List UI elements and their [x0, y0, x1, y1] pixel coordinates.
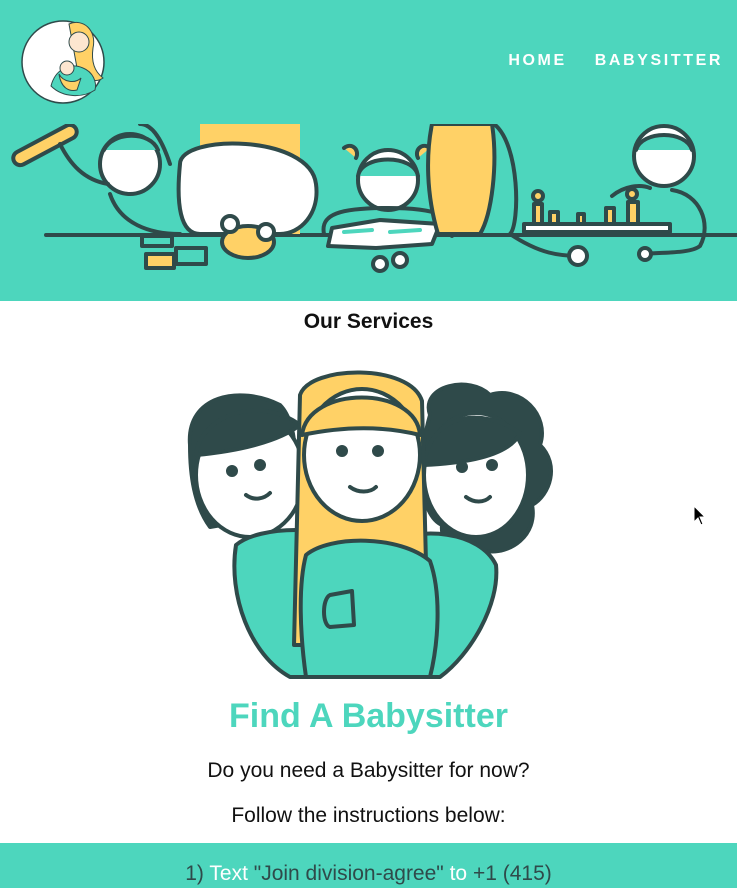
nav-babysitter-link[interactable]: BABYSITTER [595, 52, 723, 70]
find-babysitter-heading: Find A Babysitter [229, 697, 508, 735]
mouse-pointer-icon [693, 505, 707, 526]
kids-playing-illustration [11, 124, 737, 273]
main-nav: HOME BABYSITTER [508, 52, 723, 70]
join-code: "Join division-agree" [247, 862, 450, 885]
text-keyword: Text [209, 862, 248, 885]
step-prefix: 1) [185, 862, 210, 885]
follow-instructions-text: Follow the instructions below: [231, 804, 506, 827]
instructions-banner: 1) Text "Join division-agree" to +1 (415… [0, 843, 737, 888]
phone-number: +1 (415) [467, 862, 552, 885]
mother-baby-logo-icon[interactable] [21, 16, 107, 106]
nav-home-link[interactable]: HOME [508, 52, 566, 70]
site-header: HOME BABYSITTER [0, 0, 737, 301]
section-title: Our Services [303, 310, 434, 333]
to-keyword: to [449, 862, 468, 885]
babysitters-illustration [187, 370, 553, 679]
question-text: Do you need a Babysitter for now? [207, 759, 530, 782]
